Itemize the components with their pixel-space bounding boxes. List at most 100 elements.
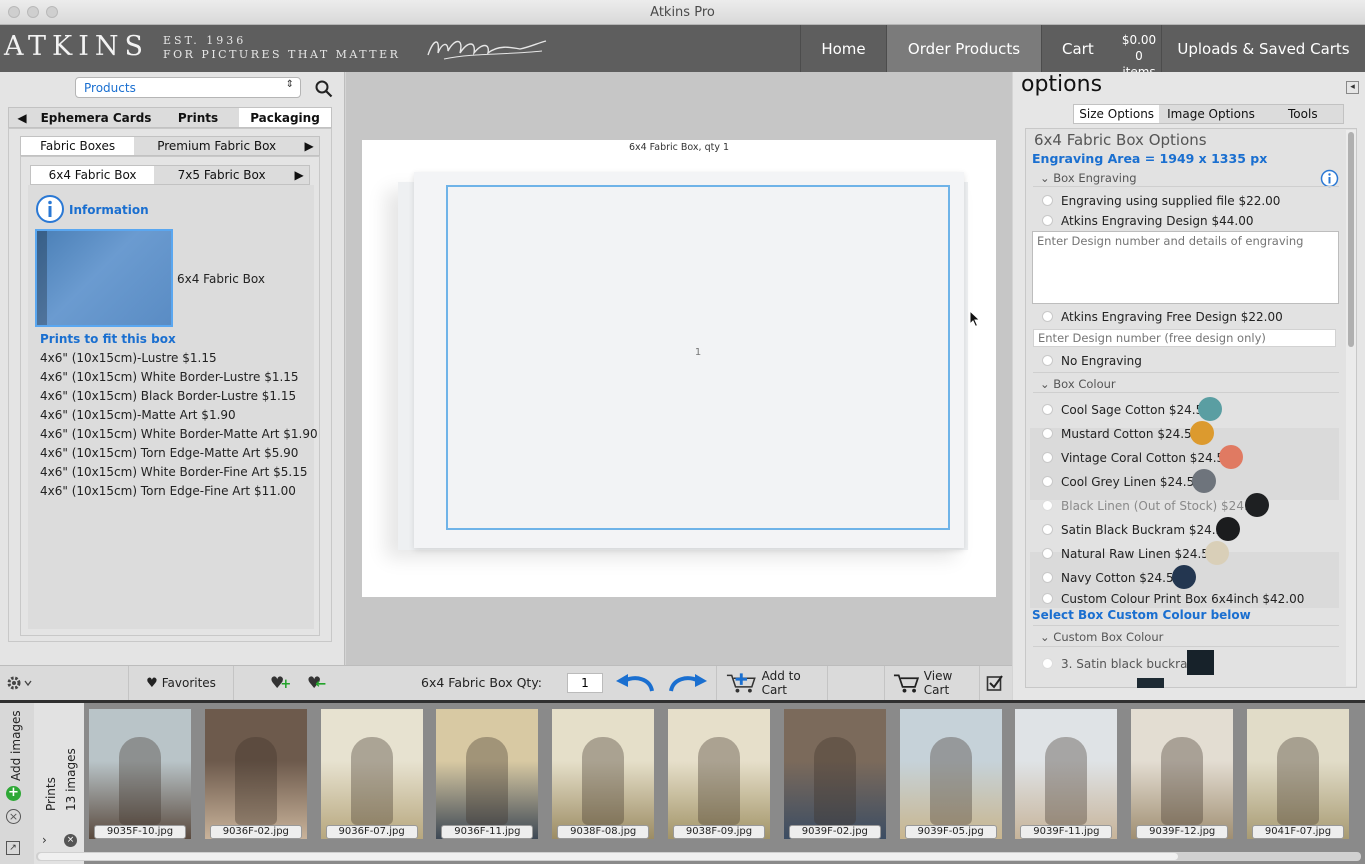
section-box-engraving[interactable]: ⌄ Box Engraving [1040,171,1137,185]
section-custom-box-colour[interactable]: ⌄ Custom Box Colour [1040,630,1163,644]
custom-colour-print-option[interactable]: Custom Colour Print Box 6x4inch $42.00 [1042,592,1304,606]
product-thumbnail[interactable] [35,229,173,327]
engraving-supplied-file-option[interactable]: Engraving using supplied file $22.00 [1042,194,1280,208]
radio[interactable] [1042,311,1053,322]
radio[interactable] [1042,404,1053,415]
print-option[interactable]: 4x6" (10x15cm)-Matte Art $1.90 [40,408,236,422]
add-favorite-icon[interactable]: ♥+ [270,673,291,692]
section-box-colour[interactable]: ⌄ Box Colour [1040,377,1116,391]
remove-image-icon[interactable]: × [6,809,21,824]
options-scrollbar[interactable] [1346,130,1356,686]
information-icon[interactable] [35,194,65,224]
colour-option-navy[interactable]: Navy Cotton $24.50 [1042,571,1181,585]
tab-6x4-fabric-box[interactable]: 6x4 Fabric Box [31,166,155,184]
image-thumbnail[interactable]: 9041F-07.jpg [1247,709,1349,839]
print-option[interactable]: 4x6" (10x15cm) White Border-Lustre $1.15 [40,370,299,384]
colour-swatch[interactable] [1172,565,1196,589]
image-thumbnail[interactable]: 9039F-12.jpg [1131,709,1234,839]
colour-option-mustard[interactable]: Mustard Cotton $24.50 [1042,427,1199,441]
engraving-details-textarea[interactable] [1032,231,1339,304]
subtabs-scroll-right-icon[interactable]: ▶ [299,137,319,155]
select-custom-colour-link[interactable]: Select Box Custom Colour below [1032,608,1251,622]
colour-option-satin-black[interactable]: Satin Black Buckram $24.50 [1042,523,1231,537]
radio[interactable] [1042,572,1053,583]
quantity-input[interactable] [567,673,603,693]
size-tabs-scroll-right-icon[interactable]: ▶ [289,166,309,184]
radio[interactable] [1042,593,1053,604]
colour-swatch[interactable] [1219,445,1243,469]
print-option[interactable]: 4x6" (10x15cm) Black Border-Lustre $1.15 [40,389,296,403]
engraving-atkins-design-option[interactable]: Atkins Engraving Design $44.00 [1042,214,1253,228]
image-thumbnail[interactable]: 9038F-09.jpg [668,709,770,839]
colour-swatch[interactable] [1216,517,1240,541]
tab-size-options[interactable]: Size Options [1074,105,1160,123]
no-engraving-option[interactable]: No Engraving [1042,354,1142,368]
favorites-button[interactable]: ♥ Favorites [128,666,234,700]
filmstrip-scrollbar[interactable] [36,852,1361,861]
settings-gear-icon[interactable] [6,675,32,691]
colour-swatch[interactable] [1190,421,1214,445]
tab-premium-fabric-box[interactable]: Premium Fabric Box [134,137,299,155]
custom-colour-swatch[interactable] [1187,650,1214,675]
radio[interactable] [1042,658,1053,669]
category-select[interactable]: Products ⇕ [75,77,301,98]
image-thumbnail[interactable]: 9035F-10.jpg [89,709,191,839]
expand-icon[interactable]: ↗ [6,841,20,855]
radio[interactable] [1042,355,1053,366]
image-thumbnail[interactable]: 9039F-05.jpg [899,709,1002,839]
image-thumbnail[interactable]: 9036F-07.jpg [320,709,423,839]
collapse-panel-icon[interactable]: ◂ [1346,81,1359,94]
radio[interactable] [1042,215,1053,226]
add-images-label[interactable]: Add images [9,710,23,781]
tab-packaging[interactable]: Packaging [239,108,331,127]
custom-colour-swatch[interactable] [1137,678,1164,688]
colour-swatch[interactable] [1198,397,1222,421]
tab-fabric-boxes[interactable]: Fabric Boxes [21,137,135,155]
engraving-area-outline[interactable]: 1 [446,185,950,530]
image-thumbnail[interactable]: 9036F-02.jpg [204,709,307,839]
tab-tools[interactable]: Tools [1263,105,1343,123]
colour-option-vintage-coral[interactable]: Vintage Coral Cotton $24.50 [1042,451,1232,465]
nav-cart[interactable]: Cart $0.00 0 items [1041,25,1161,79]
tabs-scroll-left-icon[interactable]: ◀ [9,108,35,127]
radio[interactable] [1042,476,1053,487]
radio[interactable] [1042,195,1053,206]
custom-colour-item[interactable]: 3. Satin black buckram [1042,657,1199,671]
print-option[interactable]: 4x6" (10x15cm) Torn Edge-Matte Art $5.90 [40,446,298,460]
filmstrip-scrollbar-thumb[interactable] [38,853,1178,860]
radio[interactable] [1042,452,1053,463]
nav-home[interactable]: Home [800,25,886,72]
apply-favorite-icon[interactable]: ♥← [307,673,326,692]
colour-option-natural-raw[interactable]: Natural Raw Linen $24.50 [1042,547,1217,561]
print-option[interactable]: 4x6" (10x15cm) Torn Edge-Fine Art $11.00 [40,484,296,498]
nav-uploads-saved-carts[interactable]: Uploads & Saved Carts [1161,25,1365,72]
print-option[interactable]: 4x6" (10x15cm) White Border-Fine Art $5.… [40,465,308,479]
redo-icon[interactable] [667,671,709,695]
image-thumbnail[interactable]: 9038F-08.jpg [552,709,655,839]
clear-group-icon[interactable]: × [64,834,77,847]
tab-7x5-fabric-box[interactable]: 7x5 Fabric Box [154,166,289,184]
radio[interactable] [1042,524,1053,535]
colour-option-cool-sage[interactable]: Cool Sage Cotton $24.50 [1042,403,1211,417]
image-thumbnail[interactable]: 9039F-11.jpg [1015,709,1118,839]
information-link[interactable]: Information [69,203,149,217]
search-icon[interactable] [315,80,333,98]
radio[interactable] [1042,548,1053,559]
options-scrollbar-thumb[interactable] [1348,132,1354,347]
image-thumbnail[interactable]: 9039F-02.jpg [783,709,886,839]
image-thumbnail[interactable]: 9036F-11.jpg [436,709,539,839]
tab-image-options[interactable]: Image Options [1159,105,1262,123]
engraving-free-design-option[interactable]: Atkins Engraving Free Design $22.00 [1042,310,1283,324]
radio[interactable] [1042,428,1053,439]
print-option[interactable]: 4x6" (10x15cm)-Lustre $1.15 [40,351,217,365]
colour-option-cool-grey[interactable]: Cool Grey Linen $24.50 [1042,475,1202,489]
colour-swatch[interactable] [1192,469,1216,493]
add-to-cart-button[interactable]: Add to Cart [716,666,828,700]
free-design-input[interactable] [1033,329,1336,347]
add-image-icon[interactable]: + [6,786,21,801]
undo-icon[interactable] [614,671,656,695]
chevron-right-icon[interactable]: › [42,833,47,847]
view-cart-button[interactable]: View Cart [884,666,980,700]
nav-order-products[interactable]: Order Products [886,25,1041,72]
tab-ephemera-cards[interactable]: Ephemera Cards [35,108,157,127]
